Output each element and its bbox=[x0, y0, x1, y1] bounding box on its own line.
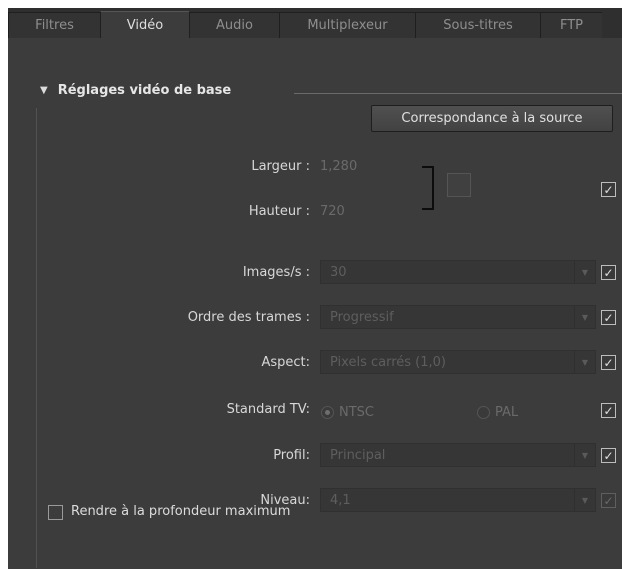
dimensions-override-checkbox[interactable]: ✓ bbox=[601, 182, 616, 197]
aspect-select-value: Pixels carrés (1,0) bbox=[330, 354, 446, 370]
match-source-button[interactable]: Correspondance à la source bbox=[371, 105, 613, 132]
pal-label: PAL bbox=[495, 405, 519, 420]
constrain-proportions-toggle[interactable] bbox=[447, 173, 471, 197]
chevron-down-icon: ▼ bbox=[574, 351, 595, 373]
fps-select-value: 30 bbox=[330, 264, 347, 280]
fps-select[interactable]: 30 ▼ bbox=[320, 260, 596, 284]
ntsc-radio[interactable] bbox=[321, 406, 334, 419]
tab-filtres[interactable]: Filtres bbox=[8, 12, 100, 38]
export-settings-window: Filtres Vidéo Audio Multiplexeur Sous-ti… bbox=[8, 8, 622, 569]
field-order-select[interactable]: Progressif ▼ bbox=[320, 305, 596, 329]
profile-select[interactable]: Principal ▼ bbox=[320, 443, 596, 467]
field-order-select-value: Progressif bbox=[330, 309, 394, 325]
height-value[interactable]: 720 bbox=[320, 204, 345, 219]
level-select[interactable]: 4,1 ▼ bbox=[320, 488, 596, 512]
profile-override-checkbox[interactable]: ✓ bbox=[601, 448, 616, 463]
chevron-down-icon: ▼ bbox=[574, 306, 595, 328]
level-select-value: 4,1 bbox=[330, 492, 351, 508]
chevron-down-icon: ▼ bbox=[574, 261, 595, 283]
fps-override-checkbox[interactable]: ✓ bbox=[601, 265, 616, 280]
aspect-select[interactable]: Pixels carrés (1,0) ▼ bbox=[320, 350, 596, 374]
ntsc-label: NTSC bbox=[339, 405, 374, 420]
field-order-override-checkbox[interactable]: ✓ bbox=[601, 310, 616, 325]
section-title: Réglages vidéo de base bbox=[57, 83, 232, 98]
collapse-triangle-icon[interactable]: ▼ bbox=[40, 85, 48, 96]
field-order-label: Ordre des trames : bbox=[187, 310, 310, 325]
fps-label: Images/s : bbox=[242, 265, 310, 280]
aspect-override-checkbox[interactable]: ✓ bbox=[601, 355, 616, 370]
pal-radio[interactable] bbox=[477, 406, 490, 419]
section-divider bbox=[294, 93, 622, 94]
height-label: Hauteur : bbox=[248, 204, 310, 219]
width-value[interactable]: 1,280 bbox=[320, 159, 357, 174]
render-max-depth-label[interactable]: Rendre à la profondeur maximum bbox=[71, 504, 290, 519]
tab-video[interactable]: Vidéo bbox=[100, 11, 189, 38]
tab-multiplexeur[interactable]: Multiplexeur bbox=[279, 12, 415, 38]
chevron-down-icon: ▼ bbox=[574, 444, 595, 466]
tab-ftp[interactable]: FTP bbox=[540, 12, 602, 38]
section-left-border bbox=[36, 108, 37, 568]
level-override-checkbox[interactable]: ✓ bbox=[601, 493, 616, 508]
tv-standard-label: Standard TV: bbox=[226, 402, 310, 417]
profile-select-value: Principal bbox=[330, 447, 386, 463]
aspect-label: Aspect: bbox=[261, 355, 310, 370]
render-max-depth-checkbox[interactable] bbox=[48, 505, 63, 520]
width-label: Largeur : bbox=[251, 159, 310, 174]
aspect-link-bracket-icon bbox=[422, 166, 434, 210]
tv-standard-radio-group: NTSC PAL bbox=[321, 405, 518, 420]
chevron-down-icon: ▼ bbox=[574, 489, 595, 511]
video-settings-panel: ▼ Réglages vidéo de base Correspondance … bbox=[8, 38, 622, 569]
section-header[interactable]: ▼ Réglages vidéo de base bbox=[40, 83, 231, 98]
tab-audio[interactable]: Audio bbox=[189, 12, 279, 38]
profile-label: Profil: bbox=[273, 448, 310, 463]
tab-bar: Filtres Vidéo Audio Multiplexeur Sous-ti… bbox=[8, 8, 622, 38]
tv-standard-override-checkbox[interactable]: ✓ bbox=[601, 403, 616, 418]
tab-sous-titres[interactable]: Sous-titres bbox=[415, 12, 540, 38]
